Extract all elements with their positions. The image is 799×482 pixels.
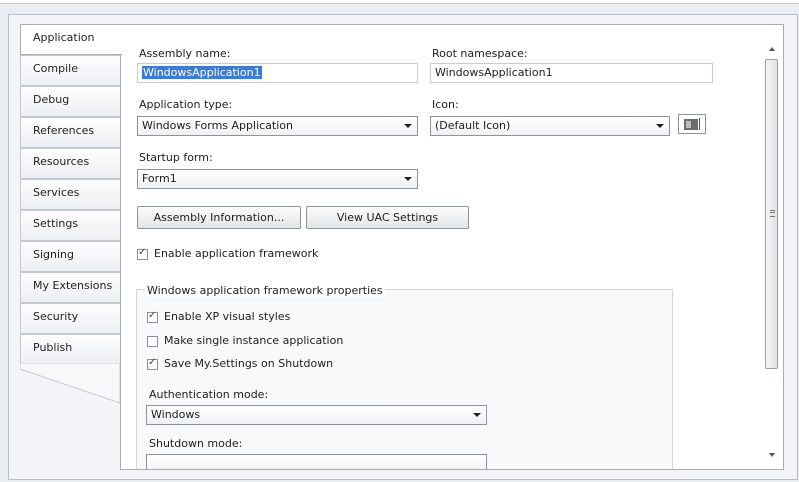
xp-visual-styles-checkbox[interactable] [147,310,158,323]
tab-label: Settings [33,217,79,230]
assembly-name-label: Assembly name: [139,47,231,60]
tab-debug[interactable]: Debug [20,86,120,117]
startup-form-select[interactable]: Form1 [137,169,418,189]
tab-strip-tail [20,363,120,404]
tab-label: Security [33,310,79,323]
single-instance-label: Make single instance application [164,334,344,347]
authentication-mode-select[interactable]: Windows [146,405,487,425]
tab-label: Debug [33,93,70,106]
application-type-select[interactable]: Windows Forms Application [137,116,418,136]
icon-label: Icon: [432,98,459,111]
dropdown-arrow-icon [473,413,481,417]
application-type-label: Application type: [139,98,233,111]
application-page-panel: Assembly name: WindowsApplication1 Root … [120,24,784,470]
shutdown-mode-select[interactable] [146,454,487,469]
save-settings-label: Save My.Settings on Shutdown [164,357,334,370]
tab-security[interactable]: Security [20,303,120,334]
tab-publish[interactable]: Publish [20,334,120,365]
root-namespace-input[interactable]: WindowsApplication1 [430,63,713,83]
icon-value: (Default Icon) [435,119,511,132]
dropdown-arrow-icon [404,177,412,181]
tab-label: Application [33,31,95,44]
tab-label: Publish [33,341,73,354]
app-icon-preview [678,114,706,134]
tab-label: Compile [33,62,78,75]
authentication-mode-label: Authentication mode: [149,388,269,401]
tab-references[interactable]: References [20,117,120,148]
assembly-name-value: WindowsApplication1 [142,66,262,79]
save-settings-checkbox[interactable] [147,357,158,370]
scroll-down-icon[interactable] [769,453,775,457]
scroll-thumb[interactable] [765,59,778,369]
enable-framework-checkbox[interactable] [137,247,148,260]
startup-form-label: Startup form: [139,151,213,164]
tab-label: My Extensions [33,279,113,292]
dropdown-arrow-icon [656,124,664,128]
view-uac-settings-button[interactable]: View UAC Settings [306,206,469,229]
tab-application[interactable]: Application [20,24,122,55]
icon-select[interactable]: (Default Icon) [430,116,670,136]
tab-services[interactable]: Services [20,179,120,210]
scroll-up-icon[interactable] [769,47,775,51]
tab-label: Services [33,186,80,199]
startup-form-value: Form1 [142,172,177,185]
assembly-information-button[interactable]: Assembly Information... [137,206,301,229]
assembly-name-input[interactable]: WindowsApplication1 [137,63,418,83]
window-icon [684,118,700,130]
application-type-value: Windows Forms Application [142,119,293,132]
single-instance-checkbox[interactable] [147,336,158,347]
tab-resources[interactable]: Resources [20,148,120,179]
xp-visual-styles-label: Enable XP visual styles [164,310,291,323]
authentication-mode-value: Windows [151,408,201,421]
vertical-scrollbar[interactable] [764,35,781,465]
tab-label: References [33,124,95,137]
shutdown-mode-label: Shutdown mode: [149,437,243,450]
top-border [0,0,799,4]
enable-framework-label: Enable application framework [154,247,319,260]
scroll-grip-icon [770,210,775,217]
framework-properties-title: Windows application framework properties [145,284,385,297]
tab-my-extensions[interactable]: My Extensions [20,272,120,303]
tab-compile[interactable]: Compile [20,55,120,86]
dropdown-arrow-icon [404,124,412,128]
tab-settings[interactable]: Settings [20,210,120,241]
root-namespace-label: Root namespace: [432,47,528,60]
tab-label: Resources [33,155,90,168]
tab-signing[interactable]: Signing [20,241,120,272]
tab-label: Signing [33,248,75,261]
